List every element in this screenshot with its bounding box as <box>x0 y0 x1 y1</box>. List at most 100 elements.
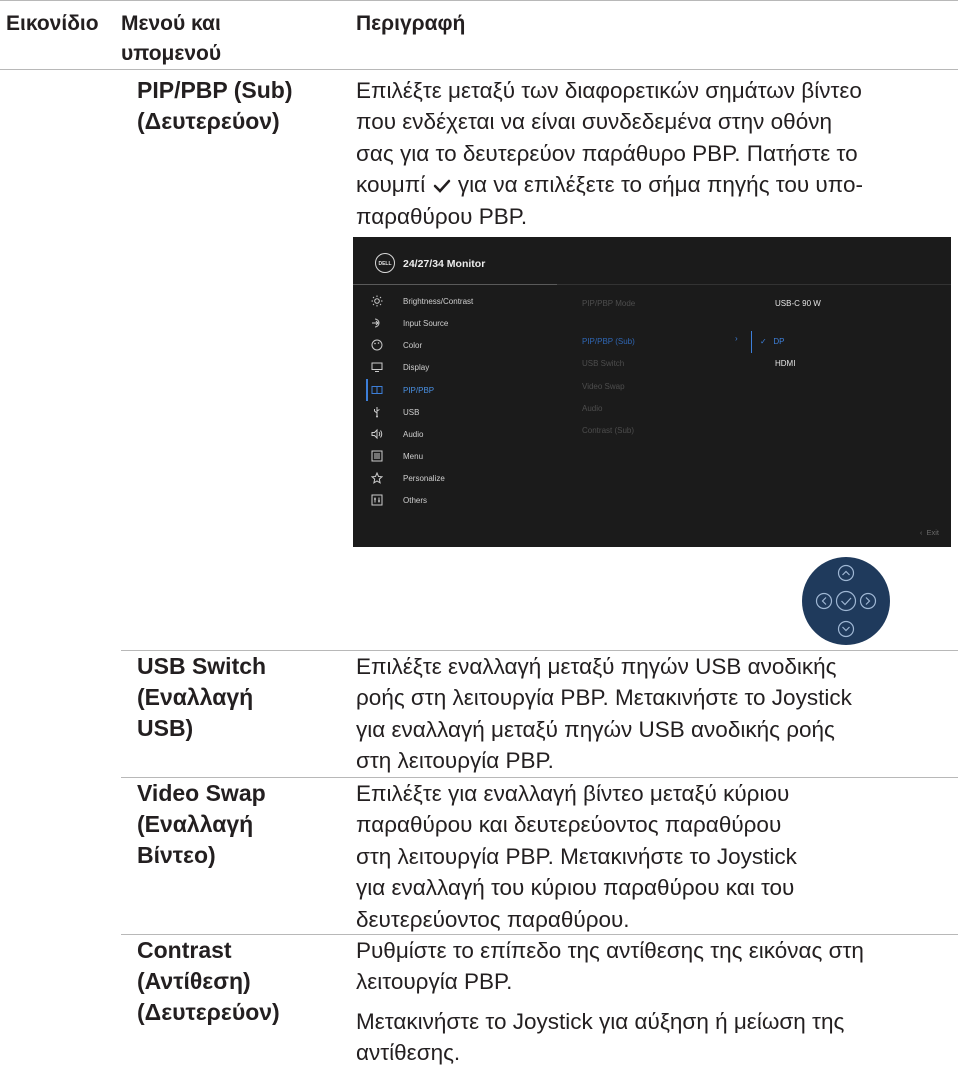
desc-line: Επιλέξτε για εναλλαγή βίντεο μεταξύ κύρι… <box>356 781 790 806</box>
osd-option-dp[interactable]: ✓ DP <box>760 337 785 346</box>
desc-line: για εναλλαγή μεταξύ πηγών USB ανοδικής ρ… <box>356 716 835 742</box>
osd-sub-usb-switch[interactable]: USB Switch <box>582 359 624 368</box>
osd-item-color[interactable]: Color <box>371 337 422 353</box>
header-rule <box>0 69 958 70</box>
header-menu-col-1: Μενού και <box>121 12 221 35</box>
row-usb-menu: USB Switch (Εναλλαγή USB) <box>137 651 337 744</box>
osd-item-pip-pbp[interactable]: PIP/PBP <box>371 382 434 398</box>
monitor-icon <box>371 361 383 373</box>
osd-item-brightness[interactable]: Brightness/Contrast <box>371 293 473 309</box>
osd-sub-video-swap[interactable]: Video Swap <box>582 382 625 391</box>
osd-item-label: Personalize <box>403 473 445 483</box>
menu-line: Contrast <box>137 937 232 963</box>
sun-icon <box>371 295 383 307</box>
row-video-swap-desc: Επιλέξτε για εναλλαγή βίντεο μεταξύ κύρι… <box>356 778 956 935</box>
divider <box>557 284 951 285</box>
row-video-swap-menu: Video Swap (Εναλλαγή Βίντεο) <box>137 778 337 871</box>
speaker-icon <box>371 428 383 440</box>
divider <box>353 284 557 285</box>
row-contrast-menu: Contrast (Αντίθεση) (Δευτερεύον) <box>137 935 337 1028</box>
palette-icon <box>371 339 383 351</box>
osd-item-label: Audio <box>403 429 424 439</box>
chevron-right-icon: › <box>735 334 738 343</box>
osd-item-label: PIP/PBP <box>403 385 435 395</box>
row-pip-desc: Επιλέξτε μεταξύ των διαφορετικών σημάτων… <box>356 75 956 232</box>
option-label: HDMI <box>775 359 796 368</box>
menu-icon <box>371 450 383 462</box>
option-label: USB-C 90 W <box>775 299 821 308</box>
osd-option-hdmi[interactable]: HDMI <box>775 359 795 368</box>
menu-line: PIP/PBP (Sub) <box>137 77 293 103</box>
osd-item-display[interactable]: Display <box>371 359 429 375</box>
osd-item-input-source[interactable]: Input Source <box>371 315 448 331</box>
desc-line: για εναλλαγή του κύριου παραθύρου και το… <box>356 875 795 901</box>
input-icon <box>371 317 383 329</box>
desc-line: Επιλέξτε εναλλαγή μεταξύ πηγών USB ανοδι… <box>356 654 837 679</box>
desc-line-with-icon: κουμπί για να επιλέξετε το σήμα πηγής το… <box>356 169 956 200</box>
osd-item-label: Color <box>403 340 423 350</box>
osd-item-usb[interactable]: USB <box>371 404 419 420</box>
check-icon <box>433 180 450 194</box>
menu-line: Video Swap <box>137 780 266 806</box>
desc-line: σας για το δευτερεύον παράθυρο PBP. Πατή… <box>356 140 858 166</box>
others-icon <box>371 494 383 506</box>
menu-line: (Εναλλαγή <box>137 811 254 837</box>
row-pip-menu: PIP/PBP (Sub) (Δευτερεύον) <box>137 75 337 137</box>
osd-sub-contrast[interactable]: Contrast (Sub) <box>582 426 634 435</box>
osd-item-personalize[interactable]: Personalize <box>371 470 445 486</box>
osd-item-others[interactable]: Others <box>371 492 427 508</box>
desc-line: αντίθεσης. <box>356 1040 461 1066</box>
selection-bar <box>751 331 752 353</box>
osd-item-label: USB <box>403 407 420 417</box>
dell-logo: DELL <box>375 253 395 273</box>
active-indicator <box>366 379 368 401</box>
osd-item-audio[interactable]: Audio <box>371 426 423 442</box>
menu-line: (Αντίθεση) <box>137 968 251 994</box>
menu-line: (Δευτερεύον) <box>137 108 280 134</box>
desc-line: παραθύρου PBP. <box>356 203 528 229</box>
header-icon-col: Εικονίδιο <box>6 12 99 35</box>
check-icon: ✓ <box>760 337 767 346</box>
osd-item-label: Input Source <box>403 318 449 328</box>
row-contrast-desc: Ρυθμίστε το επίπεδο της αντίθεσης της ει… <box>356 935 956 1069</box>
exit-label: Exit <box>926 528 939 537</box>
osd-item-label: Brightness/Contrast <box>403 296 474 306</box>
header-menu-col-2: υπομενού <box>121 42 222 65</box>
desc-line: δευτερεύοντος παραθύρου. <box>356 906 630 932</box>
desc-line: στη λειτουργία PBP. <box>356 748 554 774</box>
menu-line: Βίντεο) <box>137 842 216 868</box>
osd-screenshot: DELL 24/27/34 Monitor Brightness/Contras… <box>353 237 951 547</box>
top-rule <box>0 0 958 1</box>
osd-sub-audio[interactable]: Audio <box>582 404 602 413</box>
desc-line: παραθύρου και δευτερεύοντος παραθύρου <box>356 812 782 838</box>
menu-line: USB Switch <box>137 653 267 679</box>
osd-title: 24/27/34 Monitor <box>403 258 486 270</box>
osd-sub-pip-sub[interactable]: PIP/PBP (Sub) <box>582 337 635 346</box>
menu-line: (Εναλλαγή <box>137 684 254 710</box>
joystick-icon <box>802 557 890 645</box>
row-usb-desc: Επιλέξτε εναλλαγή μεταξύ πηγών USB ανοδι… <box>356 651 956 777</box>
desc-text: για να επιλέξετε το σήμα πηγής του υπο- <box>457 172 863 198</box>
desc-line: Ρυθμίστε το επίπεδο της αντίθεσης της ει… <box>356 938 864 963</box>
desc-line: που ενδέχεται να είναι συνδεδεμένα στην … <box>356 109 832 135</box>
menu-line: USB) <box>137 715 194 741</box>
option-label: DP <box>773 337 785 346</box>
desc-line: ροής στη λειτουργία PBP. Μετακινήστε το … <box>356 685 852 711</box>
pip-icon <box>371 384 383 396</box>
menu-line: (Δευτερεύον) <box>137 999 280 1025</box>
osd-item-label: Others <box>403 495 428 505</box>
desc-line: λειτουργία PBP. <box>356 969 513 995</box>
header-description-col: Περιγραφή <box>356 12 466 35</box>
desc-line: Μετακινήστε το Joystick για αύξηση ή μεί… <box>356 1008 845 1034</box>
osd-exit[interactable]: ‹ Exit <box>920 528 939 537</box>
osd-item-menu[interactable]: Menu <box>371 448 423 464</box>
usb-icon <box>371 406 383 418</box>
osd-sub-pip-mode[interactable]: PIP/PBP Mode <box>582 299 635 308</box>
star-icon <box>371 472 383 484</box>
osd-item-label: Menu <box>403 451 424 461</box>
desc-line: στη λειτουργία PBP. Μετακινήστε το Joyst… <box>356 843 797 869</box>
desc-text: κουμπί <box>356 172 426 198</box>
osd-option-usbc[interactable]: USB-C 90 W <box>775 299 821 308</box>
osd-item-label: Display <box>403 362 430 372</box>
desc-line: Επιλέξτε μεταξύ των διαφορετικών σημάτων… <box>356 78 862 103</box>
